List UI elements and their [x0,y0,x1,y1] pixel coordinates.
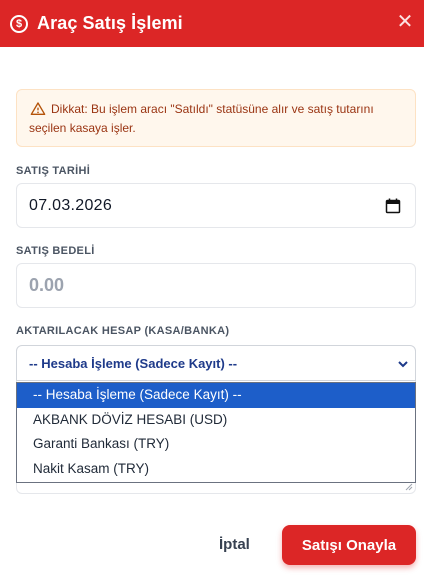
account-label: AKTARILACAK HESAP (KASA/BANKA) [16,325,230,337]
cancel-button[interactable]: İptal [219,536,250,553]
date-label: SATIŞ TARİHİ [16,165,91,177]
dollar-circle-icon: $ [10,14,28,33]
price-label: SATIŞ BEDELİ [16,245,95,257]
account-selected-value: -- Hesaba İşleme (Sadece Kayıt) -- [29,355,238,371]
calendar-icon[interactable] [385,198,401,214]
dropdown-option[interactable]: -- Hesaba İşleme (Sadece Kayıt) -- [17,383,415,408]
date-value: 07.03.2026 [29,196,113,214]
price-placeholder: 0.00 [29,275,65,295]
dropdown-option[interactable]: Garanti Bankası (TRY) [17,432,415,457]
alert-text: Dikkat: Bu işlem aracı "Satıldı" statüsü… [29,100,403,138]
warning-alert: Dikkat: Bu işlem aracı "Satıldı" statüsü… [16,89,416,147]
alert-line-2: seçilen kasaya işler. [29,121,136,135]
dropdown-option[interactable]: Nakit Kasam (TRY) [17,457,415,482]
modal-title: Araç Satış İşlemi [37,13,183,33]
account-select[interactable]: -- Hesaba İşleme (Sadece Kayıt) -- [16,345,416,381]
confirm-sale-button[interactable]: Satışı Onayla [282,525,416,565]
modal-header: $ Araç Satış İşlemi ✕ [0,0,424,47]
chevron-down-icon [398,361,408,368]
sale-date-input[interactable]: 07.03.2026 [16,183,416,228]
close-icon[interactable]: ✕ [395,12,415,32]
sale-price-input[interactable]: 0.00 [16,263,416,308]
alert-line-1: Dikkat: Bu işlem aracı "Satıldı" statüsü… [51,102,374,116]
account-dropdown-list: -- Hesaba İşleme (Sadece Kayıt) -- AKBAN… [16,382,416,483]
dropdown-option[interactable]: AKBANK DÖVİZ HESABI (USD) [17,408,415,433]
warning-triangle-icon [30,102,46,115]
resize-grip-icon[interactable] [405,483,413,491]
